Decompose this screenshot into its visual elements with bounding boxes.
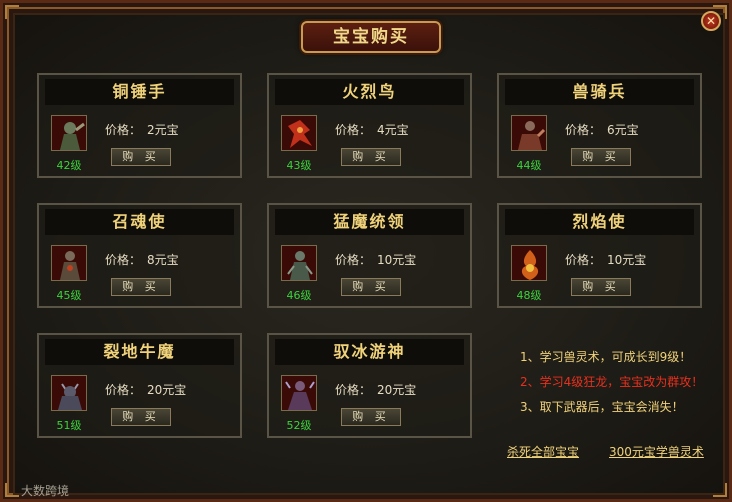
buy-button[interactable]: 购 买 bbox=[111, 278, 171, 296]
buy-button[interactable]: 购 买 bbox=[341, 408, 401, 426]
pet-portrait-icon bbox=[281, 115, 317, 151]
buy-button[interactable]: 购 买 bbox=[571, 278, 631, 296]
pet-level: 42级 bbox=[56, 159, 82, 172]
pet-name: 烈焰使 bbox=[505, 209, 694, 235]
pet-portrait-icon bbox=[281, 375, 317, 411]
price-label: 价格： bbox=[105, 253, 142, 267]
price-value: 10元宝 bbox=[607, 253, 647, 267]
tip-text: 1、学习兽灵术，可成长到9级！ bbox=[520, 350, 692, 364]
price-value: 8元宝 bbox=[147, 253, 179, 267]
pet-card: 猛魔统领 46级 价格： 10元宝 购 买 bbox=[267, 203, 472, 308]
pet-level: 43级 bbox=[286, 159, 312, 172]
pet-card: 驭冰游神 52级 价格： 20元宝 购 买 bbox=[267, 333, 472, 438]
pet-portrait-icon bbox=[281, 245, 317, 281]
price-label: 价格： bbox=[335, 383, 372, 397]
pet-name: 驭冰游神 bbox=[275, 339, 464, 365]
pet-name: 裂地牛魔 bbox=[45, 339, 234, 365]
pet-name: 兽骑兵 bbox=[505, 79, 694, 105]
buy-button[interactable]: 购 买 bbox=[341, 148, 401, 166]
pet-portrait-icon bbox=[51, 375, 87, 411]
pet-name: 召魂使 bbox=[45, 209, 234, 235]
tip-line-1: 1、学习兽灵术，可成长到9级！ bbox=[520, 348, 691, 365]
pet-portrait-icon bbox=[511, 245, 547, 281]
pet-portrait-icon bbox=[51, 115, 87, 151]
pet-card: 烈焰使 48级 价格： 10元宝 购 买 bbox=[497, 203, 702, 308]
price-value: 10元宝 bbox=[377, 253, 417, 267]
watermark: 大数跨境 bbox=[21, 484, 70, 498]
price-value: 6元宝 bbox=[607, 123, 639, 137]
tip-line-2: 2、学习4级狂龙，宝宝改为群攻！ bbox=[520, 373, 703, 390]
tip-text: 2、学习4级狂龙，宝宝改为群攻！ bbox=[520, 375, 704, 389]
buy-button[interactable]: 购 买 bbox=[571, 148, 631, 166]
price-label: 价格： bbox=[335, 253, 372, 267]
kill-all-pets-link[interactable]: 杀死全部宝宝 bbox=[507, 443, 579, 460]
price-value: 20元宝 bbox=[147, 383, 187, 397]
pet-name: 火烈鸟 bbox=[275, 79, 464, 105]
buy-button[interactable]: 购 买 bbox=[111, 148, 171, 166]
price-value: 20元宝 bbox=[377, 383, 417, 397]
pet-level: 45级 bbox=[56, 289, 82, 302]
pet-portrait-icon bbox=[511, 115, 547, 151]
pet-name: 猛魔统领 bbox=[275, 209, 464, 235]
tip-line-3: 3、取下武器后，宝宝会消失！ bbox=[520, 398, 684, 415]
pet-card: 召魂使 45级 价格： 8元宝 购 买 bbox=[37, 203, 242, 308]
pet-card: 兽骑兵 44级 价格： 6元宝 购 买 bbox=[497, 73, 702, 178]
pet-level: 44级 bbox=[516, 159, 542, 172]
price-label: 价格： bbox=[565, 253, 602, 267]
pet-card: 火烈鸟 43级 价格： 4元宝 购 买 bbox=[267, 73, 472, 178]
price-label: 价格： bbox=[105, 123, 142, 137]
buy-button[interactable]: 购 买 bbox=[111, 408, 171, 426]
tip-text: 3、取下武器后，宝宝会消失！ bbox=[520, 400, 684, 414]
shop-panel: 铜锤手 42级 价格： 2元宝 购 买 火烈鸟 43级 价格： 4元宝 购 买 … bbox=[13, 13, 725, 495]
window-title: 宝宝购买 bbox=[333, 27, 409, 47]
price-value: 4元宝 bbox=[377, 123, 409, 137]
price-label: 价格： bbox=[105, 383, 142, 397]
window-title-plate: 宝宝购买 bbox=[301, 21, 441, 53]
pet-card: 铜锤手 42级 价格： 2元宝 购 买 bbox=[37, 73, 242, 178]
pet-name: 铜锤手 bbox=[45, 79, 234, 105]
pet-portrait-icon bbox=[51, 245, 87, 281]
price-label: 价格： bbox=[565, 123, 602, 137]
pet-level: 48级 bbox=[516, 289, 542, 302]
pet-level: 46级 bbox=[286, 289, 312, 302]
learn-skill-link[interactable]: 300元宝学兽灵术 bbox=[609, 443, 704, 460]
pet-level: 51级 bbox=[56, 419, 82, 432]
price-label: 价格： bbox=[335, 123, 372, 137]
buy-button[interactable]: 购 买 bbox=[341, 278, 401, 296]
shop-window-frame: 铜锤手 42级 价格： 2元宝 购 买 火烈鸟 43级 价格： 4元宝 购 买 … bbox=[0, 0, 732, 502]
pet-level: 52级 bbox=[286, 419, 312, 432]
price-value: 2元宝 bbox=[147, 123, 179, 137]
pet-card: 裂地牛魔 51级 价格： 20元宝 购 买 bbox=[37, 333, 242, 438]
close-button[interactable]: ✕ bbox=[701, 11, 721, 31]
